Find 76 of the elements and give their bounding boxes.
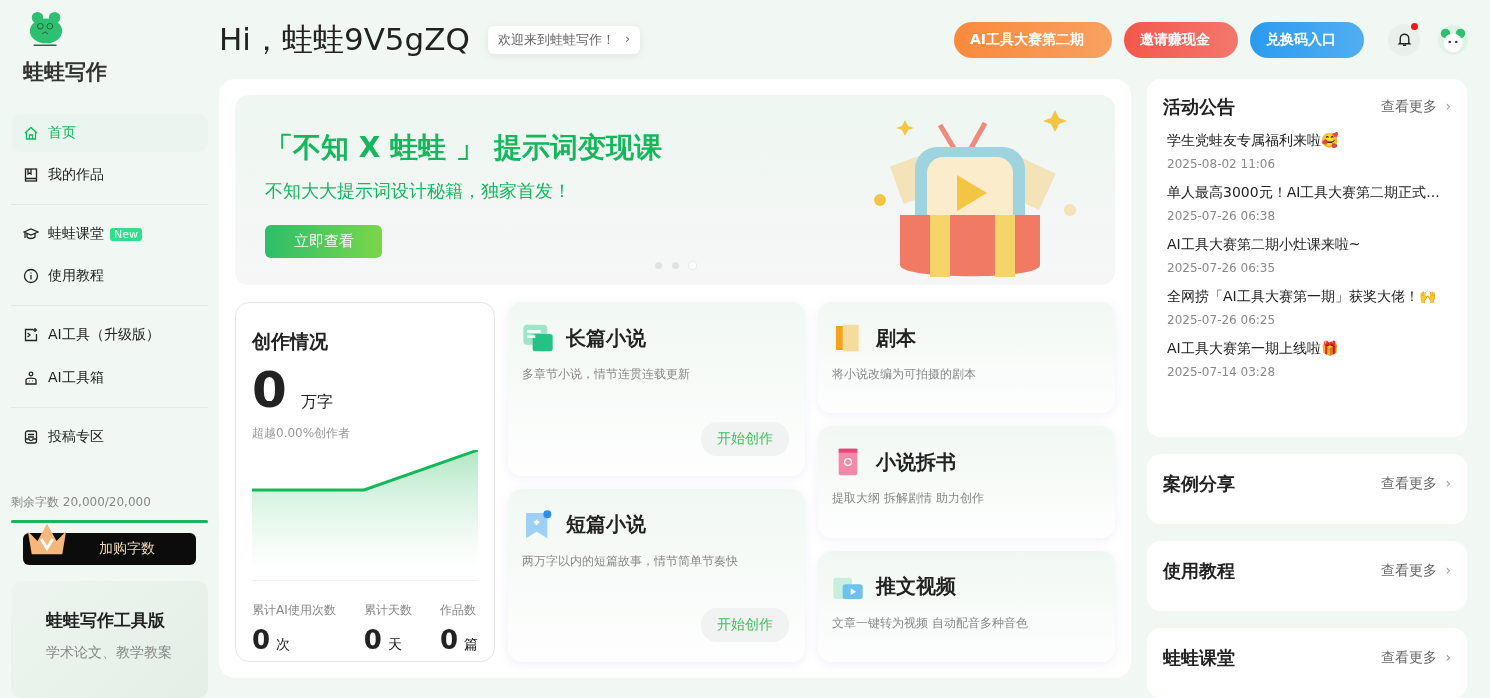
- sidebar-item[interactable]: 蛙蛙课堂 New: [11, 215, 208, 254]
- announcement-item[interactable]: 全网捞「AI工具大赛第一期」获奖大佬！🙌 2025-07-26 06:25: [1163, 288, 1451, 327]
- word-quota-label: 剩余字数 20,000/20,000: [11, 493, 152, 511]
- metric-label: 累计AI使用次数: [252, 603, 336, 617]
- view-more-link[interactable]: 查看更多 ›: [1381, 98, 1451, 116]
- tool-title: 短篇小说: [566, 511, 646, 538]
- new-badge: New: [110, 227, 142, 241]
- section-title: 使用教程: [1163, 559, 1235, 583]
- welcome-link[interactable]: 欢迎来到蛙蛙写作！ ›: [487, 25, 641, 54]
- metric-label: 累计天数: [363, 603, 412, 617]
- tool-title: 剧本: [876, 324, 916, 352]
- metric-unit: 篇: [464, 636, 478, 654]
- tool-description: 两万字以内的短篇故事，情节简单节奏快: [522, 552, 739, 570]
- home-icon: [23, 125, 39, 142]
- tool-card[interactable]: 推文视频 文章一键转为视频 自动配音多种音色: [818, 550, 1115, 662]
- sidebar-item[interactable]: 我的作品: [11, 156, 208, 195]
- stats-title: 创作情况: [252, 329, 329, 354]
- sidebar-item[interactable]: 使用教程: [11, 257, 208, 296]
- greeting: Hi，蛙蛙9V5gZQ: [219, 19, 470, 59]
- view-more-link[interactable]: 查看更多 ›: [1381, 649, 1451, 667]
- tool-title: 推文视频: [876, 573, 956, 601]
- announcement-time: 2025-07-14 03:28: [1167, 365, 1277, 379]
- banner-title: 「不知 X 蛙蛙 」 提示词变现课: [265, 130, 663, 166]
- brand-name: 蛙蛙写作: [23, 59, 108, 87]
- info-icon: [23, 268, 39, 285]
- tool-card[interactable]: 剧本 将小说改编为可拍摄的剧本: [818, 302, 1115, 414]
- section-title: 案例分享: [1163, 472, 1235, 496]
- announcement-title: AI工具大赛第一期上线啦🎁: [1167, 340, 1339, 358]
- announcement-time: 2025-08-02 11:06: [1167, 157, 1277, 171]
- announcement-item[interactable]: 单人最高3000元！AI工具大赛第二期正式... 2025-07-26 06:38: [1163, 184, 1451, 223]
- tool-description: 提取大纲 拆解剧情 助力创作: [832, 490, 985, 508]
- promo-title: 蛙蛙写作工具版: [46, 609, 166, 633]
- banner-subtitle: 不知大大提示词设计秘籍，独家首发！: [265, 179, 572, 203]
- sidebar-item[interactable]: AI工具（升级版）: [11, 316, 208, 355]
- word-unit: 万字: [300, 392, 333, 413]
- sidebar-item[interactable]: 投稿专区: [11, 417, 208, 456]
- metric-value: 0: [439, 625, 458, 655]
- tool-title: 小说拆书: [876, 448, 956, 476]
- announcement-item[interactable]: 学生党蛙友专属福利来啦🥰 2025-08-02 11:06: [1163, 132, 1451, 171]
- announcement-item[interactable]: AI工具大赛第二期小灶课来啦~ 2025-07-26 06:35: [1163, 236, 1451, 275]
- bell-icon: [1395, 31, 1413, 48]
- avatar-icon[interactable]: [1438, 24, 1468, 55]
- tool-title: 长篇小说: [566, 324, 646, 352]
- view-more-link[interactable]: 查看更多 ›: [1381, 475, 1451, 493]
- announcement-time: 2025-07-26 06:38: [1167, 209, 1277, 223]
- robot-icon: [23, 369, 39, 386]
- metric-unit: 天: [387, 636, 402, 654]
- metric-unit: 次: [276, 636, 291, 654]
- tool-description: 将小说改编为可拍摄的剧本: [832, 366, 977, 383]
- metric-value: 0: [252, 625, 271, 655]
- promo-card[interactable]: 蛙蛙写作工具版 学术论文、教学教案: [11, 581, 208, 698]
- sidebar-item[interactable]: AI工具箱: [11, 358, 208, 397]
- metric-label: 作品数: [439, 603, 476, 617]
- section-title: 蛙蛙课堂: [1163, 646, 1235, 670]
- tool-card[interactable]: 短篇小说 两万字以内的短篇故事，情节简单节奏快 开始创作: [508, 488, 805, 662]
- book-icon: [23, 167, 39, 184]
- promo-text: 学术论文、教学教案: [46, 644, 173, 663]
- tool-description: 文章一键转为视频 自动配音多种音色: [832, 614, 1029, 632]
- notification-button[interactable]: [1388, 23, 1420, 56]
- announcement-time: 2025-07-26 06:25: [1167, 313, 1277, 327]
- word-count: 0: [252, 361, 287, 419]
- metric-value: 0: [363, 625, 382, 655]
- announcement-title: 学生党蛙友专属福利来啦🥰: [1167, 132, 1339, 150]
- rank-text: 超越0.00%创作者: [252, 425, 352, 442]
- tool-card[interactable]: 小说拆书 提取大纲 拆解剧情 助力创作: [818, 426, 1115, 538]
- announcement-item[interactable]: AI工具大赛第一期上线啦🎁 2025-07-14 03:28: [1163, 340, 1451, 379]
- section-title: 活动公告: [1163, 95, 1235, 119]
- document-icon: [522, 322, 554, 354]
- announcement-title: AI工具大赛第二期小灶课来啦~: [1167, 236, 1362, 254]
- announcement-time: 2025-07-26 06:35: [1167, 261, 1277, 275]
- announcement-title: 单人最高3000元！AI工具大赛第二期正式...: [1167, 184, 1441, 202]
- tool-card[interactable]: 长篇小说 多章节小说，情节连贯连载更新 开始创作: [508, 302, 805, 476]
- inbox-icon: [23, 428, 39, 445]
- view-more-link[interactable]: 查看更多 ›: [1381, 562, 1451, 580]
- tool-description: 多章节小说，情节连贯连载更新: [522, 366, 691, 383]
- announcement-title: 全网捞「AI工具大赛第一期」获奖大佬！🙌: [1167, 288, 1437, 306]
